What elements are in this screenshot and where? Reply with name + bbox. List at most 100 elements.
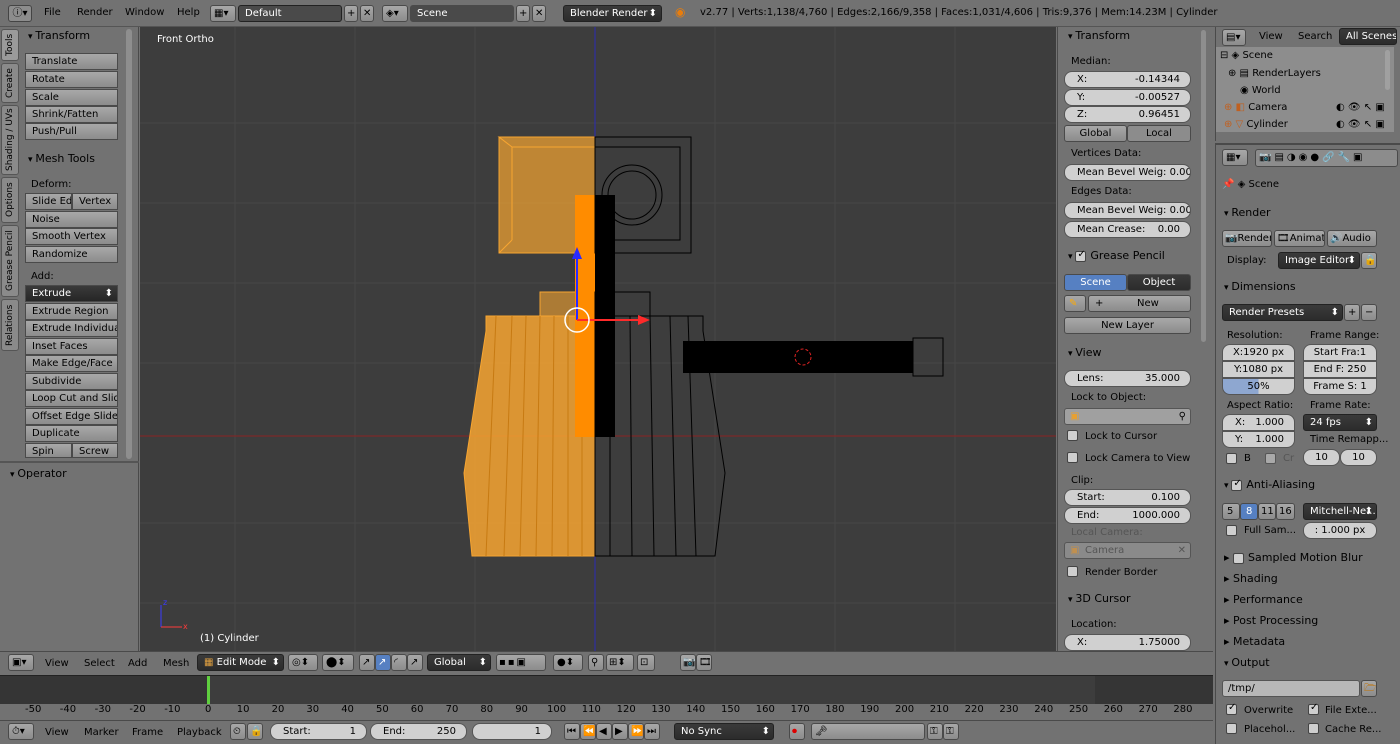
outliner-display-mode[interactable]: All Scenes — [1339, 28, 1397, 45]
global-toggle[interactable]: Global — [1064, 125, 1127, 142]
translate-manipulator[interactable]: ↗ — [375, 654, 391, 671]
tab-grease-pencil[interactable]: Grease Pencil — [1, 225, 19, 297]
collapsed-motion-blur[interactable]: ▸ Sampled Motion Blur — [1224, 551, 1363, 564]
vertex-bevel-weight-field[interactable]: Mean Bevel Weig: 0.00 — [1064, 164, 1191, 181]
rotate-button[interactable]: Rotate — [25, 71, 118, 88]
aa-samples-8[interactable]: 8 — [1240, 503, 1258, 520]
anti-aliasing-checkbox[interactable] — [1231, 478, 1243, 491]
gp-object-toggle[interactable]: Object — [1127, 274, 1191, 291]
output-path-field[interactable]: /tmp/ — [1222, 680, 1360, 697]
prev-keyframe-button[interactable]: ⏪ — [580, 723, 596, 740]
menu-window[interactable]: Window — [125, 7, 164, 18]
local-toggle[interactable]: Local — [1127, 125, 1191, 142]
pivot-dropdown[interactable]: ⬤⬍ — [322, 654, 354, 671]
render-animation-button[interactable]: 🎞Animati — [1274, 230, 1325, 247]
play-button[interactable]: ▶ — [612, 723, 628, 740]
timeline-menu-view[interactable]: View — [45, 727, 69, 738]
edge-bevel-weight-field[interactable]: Mean Bevel Weig: 0.00 — [1064, 202, 1191, 219]
transform-panel-title[interactable]: Transform — [28, 29, 90, 42]
outliner-editor-icon[interactable]: ▤▾ — [1222, 29, 1246, 46]
loop-cut-slide-button[interactable]: Loop Cut and Slide — [25, 390, 118, 407]
snap-toggle[interactable]: ⚲ — [588, 654, 604, 671]
scale-button[interactable]: Scale — [25, 89, 118, 106]
mesh-tools-panel-title[interactable]: Mesh Tools — [28, 152, 95, 165]
resolution-percent-field[interactable]: 50% — [1222, 378, 1295, 395]
render-engine-dropdown[interactable]: Blender Render ⬍ — [563, 5, 662, 22]
slide-vertex-button[interactable]: Vertex — [72, 193, 118, 210]
extrude-individual-button[interactable]: Extrude Individual — [25, 320, 118, 337]
browse-folder-button[interactable]: 🗁 — [1361, 680, 1377, 697]
tab-options[interactable]: Options — [1, 177, 19, 223]
keying-set-field[interactable]: 🗝 — [811, 723, 925, 740]
screw-button[interactable]: Screw — [72, 443, 118, 458]
aa-filter-dropdown[interactable]: Mitchell-Ne... ⬍ — [1303, 503, 1377, 520]
mode-dropdown[interactable]: ▦ Edit Mode ⬍ — [197, 654, 284, 671]
view3d-menu-add[interactable]: Add — [128, 658, 147, 669]
properties-editor-icon[interactable]: ▦▾ — [1222, 149, 1248, 166]
layout-icon[interactable]: ▦▾ — [210, 5, 236, 22]
extrude-dropdown[interactable]: Extrude ⬍ — [25, 285, 118, 302]
duplicate-button[interactable]: Duplicate — [25, 425, 118, 442]
viewport-3d[interactable]: Front Ortho (1) Cylinder z x — [140, 27, 1056, 651]
collapsed-performance[interactable]: ▸ Performance — [1224, 593, 1303, 606]
uv-sync-toggle[interactable]: ⊡ — [637, 654, 655, 671]
mean-crease-field[interactable]: Mean Crease: 0.00 — [1064, 221, 1191, 238]
translate-button[interactable]: Translate — [25, 53, 118, 70]
frame-start-field[interactable]: Start Fra:1 — [1303, 344, 1377, 361]
median-z-field[interactable]: Z: 0.96451 — [1064, 106, 1191, 123]
current-frame-field[interactable]: 1 — [472, 723, 552, 740]
lens-field[interactable]: Lens: 35.000 — [1064, 370, 1191, 387]
timeline-menu-marker[interactable]: Marker — [84, 727, 119, 738]
record-button[interactable]: ⏺ — [789, 723, 805, 740]
resolution-x-field[interactable]: X:1920 px — [1222, 344, 1295, 361]
render-presets-dropdown[interactable]: Render Presets ⬍ — [1222, 304, 1343, 321]
outliner-view-menu[interactable]: View — [1259, 31, 1283, 42]
shrink-fatten-button[interactable]: Shrink/Fatten — [25, 106, 118, 123]
lock-camera-checkbox[interactable] — [1067, 452, 1078, 463]
proportional-edit-dropdown[interactable]: ●⬍ — [553, 654, 583, 671]
clip-start-field[interactable]: Start: 0.100 — [1064, 489, 1191, 506]
start-frame-field[interactable]: Start: 1 — [270, 723, 367, 740]
timeline-menu-playback[interactable]: Playback — [177, 727, 222, 738]
local-camera-field[interactable]: ▣ Camera ✕ — [1064, 542, 1191, 559]
collapsed-metadata[interactable]: ▸ Metadata — [1224, 635, 1285, 648]
render-preview-button[interactable]: 📷 — [680, 654, 696, 671]
grease-pencil-title[interactable]: Grease Pencil — [1068, 249, 1165, 262]
info-editor-icon[interactable]: ⓘ▾ — [8, 5, 32, 22]
add-layout-button[interactable]: + — [344, 5, 358, 22]
display-dropdown[interactable]: Image Editor ⬍ — [1278, 252, 1360, 269]
outliner-row-renderlayers[interactable]: ⊕ ▤ RenderLayers — [1228, 68, 1392, 82]
cursor-x-field[interactable]: X: 1.75000 — [1064, 634, 1191, 651]
manipulator-toggle[interactable]: ↗ — [359, 654, 375, 671]
outliner-search-menu[interactable]: Search — [1298, 31, 1332, 42]
jump-start-button[interactable]: ⏮ — [564, 723, 580, 740]
gp-new-button[interactable]: + New — [1088, 295, 1191, 312]
preview-range-toggle[interactable]: ⏲ — [230, 723, 246, 740]
make-edge-face-button[interactable]: Make Edge/Face — [25, 355, 118, 372]
grease-pencil-checkbox[interactable] — [1075, 249, 1087, 262]
collapsed-shading[interactable]: ▸ Shading — [1224, 572, 1278, 585]
subdivide-button[interactable]: Subdivide — [25, 373, 118, 390]
remove-scene-button[interactable]: ✕ — [532, 5, 546, 22]
visibility-icons[interactable]: ◐ 👁 ↖ ▣ — [1336, 119, 1385, 130]
crop-checkbox[interactable] — [1265, 453, 1276, 464]
render-border-checkbox[interactable] — [1067, 566, 1078, 577]
timeline-editor-icon[interactable]: ⏱▾ — [8, 723, 34, 740]
rotate-manipulator[interactable]: ◜ — [391, 654, 407, 671]
delete-keyframe-button[interactable]: ⚿ — [943, 723, 959, 740]
tab-relations[interactable]: Relations — [1, 299, 19, 351]
lock-interface-button[interactable]: 🔒 — [1361, 252, 1377, 269]
tool-shelf-scrollbar[interactable] — [126, 29, 132, 459]
screen-layout-field[interactable]: Default — [238, 5, 342, 22]
view-panel-title[interactable]: View — [1068, 346, 1101, 359]
play-reverse-button[interactable]: ◀ — [596, 723, 612, 740]
next-keyframe-button[interactable]: ⏩ — [628, 723, 644, 740]
end-frame-field[interactable]: End: 250 — [370, 723, 467, 740]
offset-edge-slide-button[interactable]: Offset Edge Slide — [25, 408, 118, 425]
lock-range-toggle[interactable]: 🔒 — [247, 723, 263, 740]
render-audio-button[interactable]: 🔊Audio — [1327, 230, 1377, 247]
outliner-scrollbar[interactable] — [1385, 50, 1390, 90]
time-remap-new-field[interactable]: 10 — [1340, 449, 1377, 466]
remove-layout-button[interactable]: ✕ — [360, 5, 374, 22]
lock-to-cursor-checkbox[interactable] — [1067, 430, 1078, 441]
